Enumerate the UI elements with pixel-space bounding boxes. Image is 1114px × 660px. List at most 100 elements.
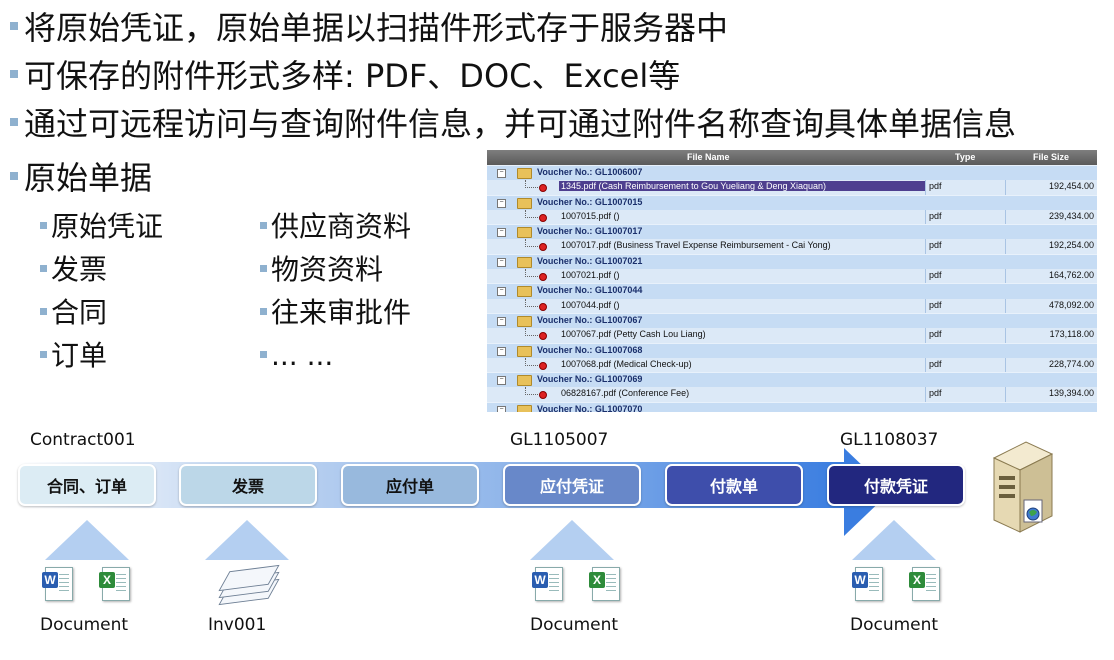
voucher-group-row[interactable]: − Voucher No.: GL1007017 bbox=[487, 224, 1097, 240]
voucher-number: Voucher No.: GL1007070 bbox=[537, 403, 643, 412]
voucher-number: Voucher No.: GL1007044 bbox=[537, 285, 643, 296]
attachment-row[interactable]: 1007068.pdf (Medical Check-up) pdf 228,774… bbox=[487, 357, 1097, 373]
attachment-size: 173,118.00 bbox=[1049, 329, 1094, 340]
doc-label: Document bbox=[40, 615, 129, 635]
excel-document-icon[interactable]: X bbox=[99, 567, 130, 601]
bullet-file-formats: 可保存的附件形式多样: PDF、DOC、Excel等 bbox=[10, 56, 680, 96]
folder-icon bbox=[517, 375, 532, 387]
attachment-file-name: 1007021.pdf () bbox=[561, 270, 620, 281]
bullet-marker bbox=[260, 350, 267, 358]
voucher-group-row[interactable]: − Voucher No.: GL1007068 bbox=[487, 342, 1097, 358]
step-contract-order[interactable]: 合同、订单 bbox=[18, 464, 156, 506]
column-header-type[interactable]: Type bbox=[955, 152, 975, 162]
voucher-group-row[interactable]: − Voucher No.: GL1007067 bbox=[487, 312, 1097, 329]
flow-label-payment-voucher: GL1108037 bbox=[840, 430, 939, 450]
step-payment-order[interactable]: 付款单 bbox=[665, 464, 803, 506]
attachment-row[interactable]: 1007067.pdf (Petty Cash Lou Liang) pdf 173… bbox=[487, 328, 1097, 343]
attachment-row[interactable]: 1007044.pdf () pdf 478,092.00 bbox=[487, 298, 1097, 313]
voucher-group-row[interactable]: − Voucher No.: GL1006007 bbox=[487, 165, 1097, 181]
collapse-toggle-icon[interactable]: − bbox=[497, 228, 506, 238]
attachment-file-name: 1007068.pdf (Medical Check-up) bbox=[561, 358, 692, 369]
bullet-marker bbox=[40, 221, 47, 229]
column-separator bbox=[1005, 180, 1006, 195]
collapse-toggle-icon[interactable]: − bbox=[497, 287, 506, 297]
word-document-icon[interactable]: W bbox=[42, 567, 73, 601]
voucher-group-row[interactable]: − Voucher No.: GL1007044 bbox=[487, 283, 1097, 299]
sub-item-text: 原始凭证 bbox=[51, 210, 164, 243]
tree-connector bbox=[525, 387, 538, 396]
attachment-row[interactable]: 1345.pdf (Cash Reimbursement to Gou Yuel… bbox=[487, 180, 1097, 195]
tree-connector bbox=[525, 357, 538, 366]
attachment-file-name: 1345.pdf (Cash Reimbursement to Gou Yuel… bbox=[559, 181, 925, 192]
pdf-attachment-icon bbox=[539, 361, 547, 370]
attachment-type: pdf bbox=[929, 299, 942, 310]
attachment-row[interactable]: 06828167.pdf (Conference Fee) pdf 139,394.… bbox=[487, 387, 1097, 402]
step-label: 应付单 bbox=[385, 477, 434, 496]
sub-item-text: 往来审批件 bbox=[271, 296, 412, 329]
bullet-marker bbox=[40, 264, 47, 272]
voucher-number: Voucher No.: GL1007068 bbox=[537, 344, 643, 355]
bullet-marker bbox=[10, 118, 18, 126]
attachment-size: 139,394.00 bbox=[1048, 388, 1094, 399]
step-payable[interactable]: 应付单 bbox=[341, 464, 479, 506]
table-body: − Voucher No.: GL1006007 1345.pdf (Cash Re… bbox=[487, 165, 1097, 412]
step-payable-voucher[interactable]: 应付凭证 bbox=[503, 464, 641, 506]
attachment-size: 192,454.00 bbox=[1048, 181, 1094, 192]
bullet-marker bbox=[260, 221, 267, 229]
word-document-icon[interactable]: W bbox=[852, 567, 883, 601]
pdf-attachment-icon bbox=[539, 213, 547, 222]
voucher-group-row[interactable]: − Voucher No.: GL1007069 bbox=[487, 372, 1097, 388]
column-separator bbox=[1005, 209, 1006, 225]
tree-connector bbox=[525, 269, 538, 278]
sub-item: 物资资料 bbox=[260, 253, 383, 287]
excel-document-icon[interactable]: X bbox=[589, 567, 620, 601]
pdf-attachment-icon bbox=[539, 184, 547, 193]
doc-label: Document bbox=[530, 615, 619, 635]
collapse-toggle-icon[interactable]: − bbox=[497, 376, 506, 386]
attachment-row[interactable]: 1007017.pdf (Business Travel Expense Rei… bbox=[487, 239, 1097, 254]
bullet-text: 通过可远程访问与查询附件信息，并可通过附件名称查询具体单据信息 bbox=[24, 105, 1017, 143]
collapse-toggle-icon[interactable]: − bbox=[497, 346, 506, 356]
attachment-table: File Name Type File Size − Voucher No.: G… bbox=[487, 150, 1097, 412]
bullet-marker bbox=[40, 307, 47, 315]
attachment-file-name: 1007017.pdf (Business Travel Expense Rei… bbox=[561, 240, 831, 251]
flow-label-contract: Contract001 bbox=[30, 430, 136, 450]
column-header-file-name[interactable]: File Name bbox=[687, 152, 730, 162]
server-icon bbox=[992, 441, 1054, 533]
sub-item: 订单 bbox=[40, 339, 107, 373]
step-invoice[interactable]: 发票 bbox=[179, 464, 317, 506]
bullet-scan-storage: 将原始凭证，原始单据以扫描件形式存于服务器中 bbox=[10, 8, 728, 48]
voucher-group-row[interactable]: − Voucher No.: GL1007070 bbox=[487, 401, 1097, 412]
voucher-number: Voucher No.: GL1007015 bbox=[537, 196, 643, 207]
doc-label: Document bbox=[850, 615, 939, 635]
voucher-group-row[interactable]: − Voucher No.: GL1007015 bbox=[487, 194, 1097, 210]
up-arrow-icon bbox=[45, 520, 129, 560]
column-header-file-size[interactable]: File Size bbox=[1033, 152, 1069, 162]
attachment-size: 164,762.00 bbox=[1048, 270, 1094, 281]
attachment-type: pdf bbox=[929, 358, 942, 369]
bullet-marker bbox=[260, 307, 267, 315]
bullet-text: 将原始凭证，原始单据以扫描件形式存于服务器中 bbox=[24, 9, 729, 47]
collapse-toggle-icon[interactable]: − bbox=[497, 198, 506, 208]
column-separator bbox=[925, 357, 926, 373]
collapse-toggle-icon[interactable]: − bbox=[497, 405, 506, 412]
attachment-type: pdf bbox=[929, 329, 942, 340]
flow-label-ap-voucher: GL1105007 bbox=[510, 430, 609, 450]
sub-item-text: 物资资料 bbox=[271, 253, 384, 286]
step-label: 付款单 bbox=[709, 477, 758, 496]
folder-icon bbox=[517, 315, 532, 327]
word-document-icon[interactable]: W bbox=[532, 567, 563, 601]
collapse-toggle-icon[interactable]: − bbox=[497, 316, 506, 326]
bullet-marker bbox=[260, 264, 267, 272]
folder-icon bbox=[517, 345, 532, 357]
step-payment-voucher[interactable]: 付款凭证 bbox=[827, 464, 965, 506]
scanned-invoice-stack-icon[interactable] bbox=[218, 562, 280, 606]
attachment-row[interactable]: 1007015.pdf () pdf 239,434.00 bbox=[487, 209, 1097, 225]
collapse-toggle-icon[interactable]: − bbox=[497, 257, 506, 267]
attachment-row[interactable]: 1007021.pdf () pdf 164,762.00 bbox=[487, 269, 1097, 284]
bullet-remote-query: 通过可远程访问与查询附件信息，并可通过附件名称查询具体单据信息 bbox=[10, 104, 1016, 144]
collapse-toggle-icon[interactable]: − bbox=[497, 169, 506, 178]
excel-document-icon[interactable]: X bbox=[909, 567, 940, 601]
column-separator bbox=[1005, 328, 1006, 343]
voucher-group-row[interactable]: − Voucher No.: GL1007021 bbox=[487, 253, 1097, 270]
